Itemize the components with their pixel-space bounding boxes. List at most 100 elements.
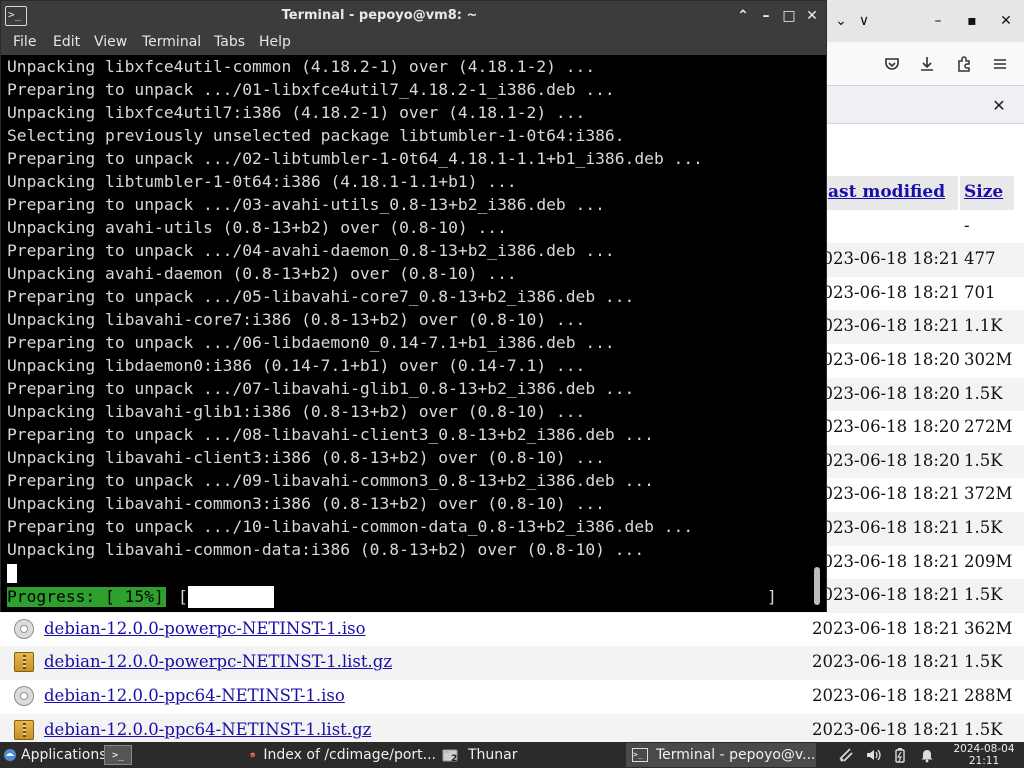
terminal-line: Preparing to unpack .../05-libavahi-core… xyxy=(7,287,635,306)
volume-icon[interactable] xyxy=(864,746,882,764)
terminal-line: Unpacking libavahi-common-data:i386 (0.8… xyxy=(7,540,645,559)
task-terminal-label: Terminal - pepoyo@v... xyxy=(656,747,816,763)
battery-icon[interactable] xyxy=(891,746,909,764)
terminal-icon: >_ xyxy=(632,748,648,762)
file-date: 2023-06-18 18:21 xyxy=(812,551,960,571)
file-manager-icon: 2 xyxy=(442,747,460,764)
file-size: 372M xyxy=(964,484,1013,504)
task-terminal[interactable]: >_ Terminal - pepoyo@v... xyxy=(626,743,816,767)
shade-icon[interactable]: ⌃ xyxy=(733,6,753,26)
terminal-line: Preparing to unpack .../04-avahi-daemon_… xyxy=(7,241,615,260)
menu-tabs[interactable]: Tabs xyxy=(214,34,245,50)
progress-bracket-close: ] xyxy=(767,587,777,606)
file-size: 1.1K xyxy=(964,316,1003,336)
terminal-window: >_ Terminal - pepoyo@vm8: ~ ⌃ – □ ✕ File… xyxy=(0,0,827,612)
menu-edit[interactable]: Edit xyxy=(53,34,80,50)
terminal-launcher-icon: >_ xyxy=(104,745,132,765)
column-size[interactable]: Size xyxy=(964,182,1003,202)
maximize-icon[interactable]: □ xyxy=(779,6,799,26)
progress-label: Progress: [ 15%] xyxy=(7,587,166,607)
close-icon[interactable]: ✕ xyxy=(988,94,1010,116)
progress-bracket-open: [ xyxy=(178,587,188,606)
file-date: 2023-06-18 18:20 xyxy=(812,450,960,470)
listing-row: debian-12.0.0-powerpc-NETINST-1.list.gz 2… xyxy=(0,646,1024,680)
terminal-line: Preparing to unpack .../06-libdaemon0_0.… xyxy=(7,333,615,352)
terminal-line: Unpacking libxfce4util-common (4.18.2-1)… xyxy=(7,57,596,76)
firefox-icon xyxy=(250,752,256,758)
file-size: 272M xyxy=(964,417,1013,437)
clock[interactable]: 2024-08-04 21:11 xyxy=(944,742,1024,767)
file-date: 2023-06-18 18:21 xyxy=(812,484,960,504)
maximize-icon[interactable]: ▪ xyxy=(957,6,987,36)
file-size: 209M xyxy=(964,551,1013,571)
file-size: 1.5K xyxy=(964,719,1003,739)
show-desktop-button[interactable]: >_ xyxy=(104,742,132,768)
disc-icon xyxy=(14,618,34,639)
menu-view[interactable]: View xyxy=(94,34,127,50)
chevron-down-icon[interactable]: ∨ xyxy=(849,6,879,36)
download-icon[interactable] xyxy=(914,51,940,77)
window-title: Terminal - pepoyo@vm8: ~ xyxy=(281,8,478,23)
terminal-line: Unpacking libxfce4util7:i386 (4.18.2-1) … xyxy=(7,103,586,122)
terminal-menubar: File Edit View Terminal Tabs Help xyxy=(1,31,826,55)
terminal-line: Preparing to unpack .../02-libtumbler-1-… xyxy=(7,149,703,168)
pocket-icon[interactable] xyxy=(879,51,905,77)
file-size: 302M xyxy=(964,349,1013,369)
file-date: 2023-06-18 18:21 xyxy=(812,719,960,739)
extensions-icon[interactable] xyxy=(951,51,977,77)
file-size: - xyxy=(964,215,970,235)
scrollbar-thumb[interactable] xyxy=(814,567,820,605)
network-icon[interactable] xyxy=(837,746,855,764)
file-link[interactable]: debian-12.0.0-ppc64-NETINST-1.iso xyxy=(44,686,345,705)
task-browser[interactable]: Index of /cdimage/port... xyxy=(244,743,436,767)
listing-row: debian-12.0.0-ppc64-NETINST-1.iso 2023-06… xyxy=(0,680,1024,714)
file-size: 701 xyxy=(964,282,996,302)
file-size: 362M xyxy=(964,618,1013,638)
file-size: 1.5K xyxy=(964,652,1003,672)
minimize-icon[interactable]: – xyxy=(756,6,776,26)
terminal-line: Preparing to unpack .../03-avahi-utils_0… xyxy=(7,195,605,214)
file-size: 1.5K xyxy=(964,585,1003,605)
notification-bell-icon[interactable] xyxy=(918,746,936,764)
task-thunar[interactable]: 2 Thunar xyxy=(436,743,622,767)
terminal-line: Preparing to unpack .../07-libavahi-glib… xyxy=(7,379,635,398)
file-date: 2023-06-18 18:20 xyxy=(812,349,960,369)
file-link[interactable]: debian-12.0.0-powerpc-NETINST-1.list.gz xyxy=(44,652,392,671)
file-date: 2023-06-18 18:21 xyxy=(812,585,960,605)
file-date: 2023-06-18 18:21 xyxy=(812,282,960,302)
file-size: 1.5K xyxy=(964,383,1003,403)
file-date: 2023-06-18 18:21 xyxy=(812,249,960,269)
column-last-modified[interactable]: ast modified xyxy=(828,182,945,202)
terminal-line: Unpacking avahi-daemon (0.8-13+b2) over … xyxy=(7,264,517,283)
minimize-icon[interactable]: – xyxy=(923,6,953,36)
terminal-line: Selecting previously unselected package … xyxy=(7,126,625,145)
terminal-line: Preparing to unpack .../01-libxfce4util7… xyxy=(7,80,615,99)
menu-icon[interactable] xyxy=(987,51,1013,77)
file-size: 1.5K xyxy=(964,450,1003,470)
applications-menu[interactable]: Applications xyxy=(2,742,107,768)
terminal-scrollbar[interactable] xyxy=(809,55,826,612)
file-date: 2023-06-18 18:21 xyxy=(812,316,960,336)
task-browser-label: Index of /cdimage/port... xyxy=(263,747,436,763)
disc-icon xyxy=(14,685,34,706)
file-link[interactable]: debian-12.0.0-ppc64-NETINST-1.list.gz xyxy=(44,720,371,739)
terminal-line: Unpacking avahi-utils (0.8-13+b2) over (… xyxy=(7,218,507,237)
terminal-line: Unpacking libdaemon0:i386 (0.14-7.1+b1) … xyxy=(7,356,586,375)
terminal-line: Unpacking libavahi-common3:i386 (0.8-13+… xyxy=(7,494,605,513)
terminal-line: Unpacking libavahi-client3:i386 (0.8-13+… xyxy=(7,448,605,467)
taskbar: Applications >_ Index of /cdimage/port..… xyxy=(0,742,1024,768)
menu-terminal[interactable]: Terminal xyxy=(142,34,201,50)
terminal-line: Preparing to unpack .../09-libavahi-comm… xyxy=(7,471,654,490)
terminal-screen[interactable]: Unpacking libxfce4util-common (4.18.2-1)… xyxy=(1,55,809,612)
close-icon[interactable]: ✕ xyxy=(802,6,822,26)
terminal-titlebar[interactable]: >_ Terminal - pepoyo@vm8: ~ ⌃ – □ ✕ xyxy=(1,1,826,31)
terminal-cursor xyxy=(7,564,17,583)
close-icon[interactable]: ✕ xyxy=(991,6,1021,36)
terminal-line: Preparing to unpack .../08-libavahi-clie… xyxy=(7,425,654,444)
file-date: 2023-06-18 18:21 xyxy=(812,652,960,672)
clock-time: 21:11 xyxy=(968,755,1000,767)
listing-row: debian-12.0.0-powerpc-NETINST-1.iso 2023-… xyxy=(0,613,1024,647)
menu-file[interactable]: File xyxy=(13,34,36,50)
file-link[interactable]: debian-12.0.0-powerpc-NETINST-1.iso xyxy=(44,619,366,638)
menu-help[interactable]: Help xyxy=(259,34,291,50)
